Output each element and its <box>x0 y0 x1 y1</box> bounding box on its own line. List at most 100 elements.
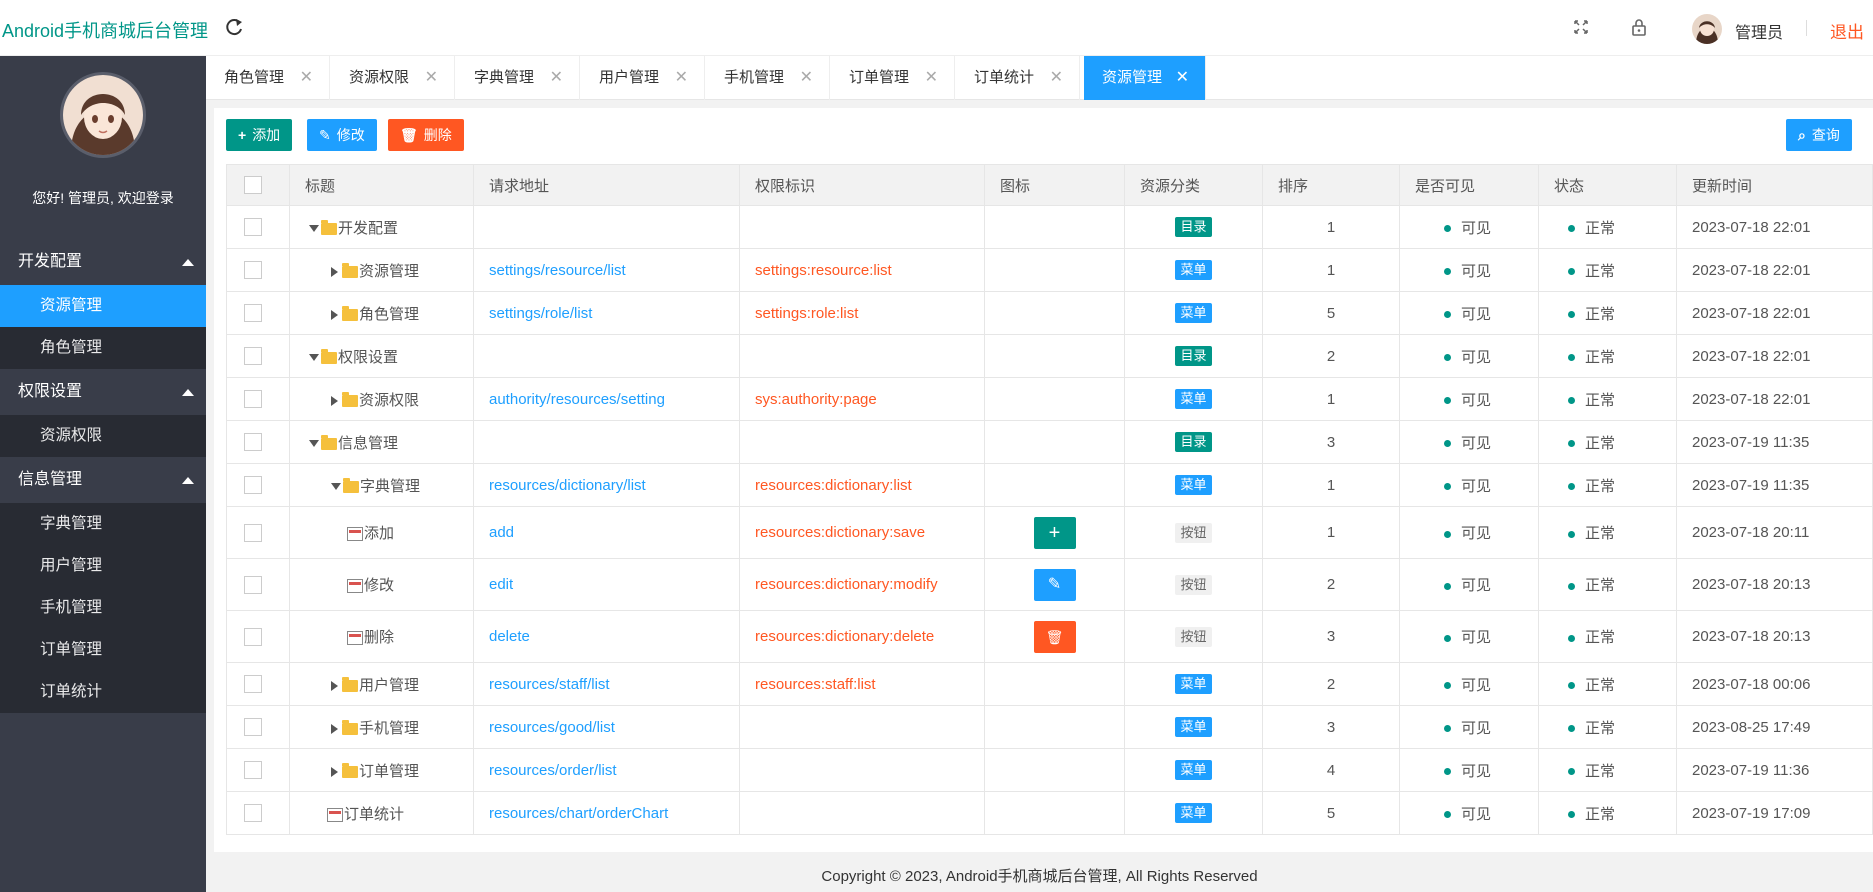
row-checkbox[interactable] <box>244 261 262 280</box>
close-icon[interactable]: ✕ <box>675 56 688 100</box>
table-row[interactable]: 角色管理 settings/role/list settings:role:li… <box>226 291 1873 335</box>
expand-arrow-icon[interactable] <box>309 440 319 448</box>
row-checkbox[interactable] <box>244 347 262 366</box>
row-checkbox[interactable] <box>244 476 262 495</box>
sidebar-item-resource-permission[interactable]: 资源权限 <box>0 415 206 457</box>
add-button[interactable]: + 添加 <box>226 119 293 151</box>
row-url[interactable]: resources/dictionary/list <box>489 477 646 494</box>
table-row[interactable]: 订单管理 resources/order/list 菜单 4 可见 正常 202… <box>226 748 1873 792</box>
row-checkbox[interactable] <box>244 718 262 737</box>
sidebar-item-resource-management[interactable]: 资源管理 <box>0 285 206 327</box>
expand-arrow-icon[interactable] <box>331 395 338 406</box>
table-row[interactable]: 添加 add resources:dictionary:save + 按钮 1 … <box>226 506 1873 559</box>
delete-button[interactable]: 🗑 删除 <box>388 119 464 151</box>
close-icon[interactable]: ✕ <box>425 56 438 100</box>
lock-icon[interactable] <box>1628 16 1650 38</box>
row-checkbox[interactable] <box>244 433 262 452</box>
tab-phones[interactable]: 手机管理 ✕ <box>706 56 830 100</box>
table-row[interactable]: 资源管理 settings/resource/list settings:res… <box>226 248 1873 292</box>
col-icon[interactable]: 图标 <box>984 164 1125 206</box>
col-permission[interactable]: 权限标识 <box>739 164 985 206</box>
close-icon[interactable]: ✕ <box>1050 56 1063 100</box>
tab-resource-permission[interactable]: 资源权限 ✕ <box>331 56 455 100</box>
tab-orders[interactable]: 订单管理 ✕ <box>831 56 955 100</box>
refresh-icon[interactable] <box>222 16 246 40</box>
row-checkbox[interactable] <box>244 804 262 823</box>
close-icon[interactable]: ✕ <box>800 56 813 100</box>
table-row[interactable]: 字典管理 resources/dictionary/list resources… <box>226 463 1873 507</box>
table-row[interactable]: 用户管理 resources/staff/list resources:staf… <box>226 662 1873 706</box>
logout-link[interactable]: 退出 <box>1830 18 1864 43</box>
tab-role-management[interactable]: 角色管理 ✕ <box>206 56 330 100</box>
expand-arrow-icon[interactable] <box>331 309 338 320</box>
table-row[interactable]: 资源权限 authority/resources/setting sys:aut… <box>226 377 1873 421</box>
row-url[interactable]: resources/order/list <box>489 762 617 779</box>
sidebar-item-dictionary[interactable]: 字典管理 <box>0 503 206 545</box>
row-url[interactable]: add <box>489 524 514 541</box>
table-row[interactable]: 开发配置 目录 1 可见 正常 2023-07-18 22:01 <box>226 205 1873 249</box>
tab-users[interactable]: 用户管理 ✕ <box>581 56 705 100</box>
table-row[interactable]: 删除 delete resources:dictionary:delete 🗑 … <box>226 610 1873 663</box>
expand-arrow-icon[interactable] <box>331 680 338 691</box>
sidebar-item-phones[interactable]: 手机管理 <box>0 587 206 629</box>
search-button[interactable]: ⌕ 查询 <box>1786 119 1852 151</box>
close-icon[interactable]: ✕ <box>1176 56 1189 100</box>
table-row[interactable]: 订单统计 resources/chart/orderChart 菜单 5 可见 … <box>226 791 1873 835</box>
close-icon[interactable]: ✕ <box>300 56 313 100</box>
row-checkbox[interactable] <box>244 523 262 542</box>
row-checkbox[interactable] <box>244 575 262 594</box>
col-url[interactable]: 请求地址 <box>473 164 740 206</box>
row-url[interactable]: resources/chart/orderChart <box>489 805 668 822</box>
row-url[interactable]: settings/role/list <box>489 305 592 322</box>
expand-arrow-icon[interactable] <box>331 266 338 277</box>
col-visible[interactable]: 是否可见 <box>1399 164 1539 206</box>
sidebar-item-role-management[interactable]: 角色管理 <box>0 327 206 369</box>
row-url[interactable]: edit <box>489 576 513 593</box>
close-icon[interactable]: ✕ <box>925 56 938 100</box>
col-status[interactable]: 状态 <box>1538 164 1677 206</box>
user-avatar[interactable] <box>1692 14 1722 44</box>
fullscreen-icon[interactable] <box>1570 16 1592 38</box>
expand-arrow-icon[interactable] <box>309 225 319 233</box>
table-row[interactable]: 手机管理 resources/good/list 菜单 3 可见 正常 2023… <box>226 705 1873 749</box>
close-icon[interactable]: ✕ <box>550 56 563 100</box>
sidebar-group-dev-config[interactable]: 开发配置 <box>0 239 206 285</box>
status-cell: 正常 <box>1538 506 1677 559</box>
sidebar-item-order-stats[interactable]: 订单统计 <box>0 671 206 713</box>
edit-button[interactable]: ✎ 修改 <box>307 119 377 151</box>
title-cell: 权限设置 <box>289 334 474 378</box>
col-sort[interactable]: 排序 <box>1262 164 1400 206</box>
row-url[interactable]: settings/resource/list <box>489 262 626 279</box>
sidebar-item-users[interactable]: 用户管理 <box>0 545 206 587</box>
sidebar-group-permission[interactable]: 权限设置 <box>0 369 206 415</box>
table-row[interactable]: 信息管理 目录 3 可见 正常 2023-07-19 11:35 <box>226 420 1873 464</box>
row-checkbox[interactable] <box>244 761 262 780</box>
row-url[interactable]: resources/staff/list <box>489 676 610 693</box>
row-checkbox[interactable] <box>244 390 262 409</box>
col-type[interactable]: 资源分类 <box>1124 164 1263 206</box>
row-url[interactable]: authority/resources/setting <box>489 391 665 408</box>
table-row[interactable]: 权限设置 目录 2 可见 正常 2023-07-18 22:01 <box>226 334 1873 378</box>
type-badge: 菜单 <box>1175 760 1212 780</box>
row-checkbox[interactable] <box>244 304 262 323</box>
row-checkbox[interactable] <box>244 218 262 237</box>
table-row[interactable]: 修改 edit resources:dictionary:modify ✎ 按钮… <box>226 558 1873 611</box>
tab-order-stats[interactable]: 订单统计 ✕ <box>956 56 1080 100</box>
sidebar-item-orders[interactable]: 订单管理 <box>0 629 206 671</box>
col-title[interactable]: 标题 <box>289 164 474 206</box>
tab-dictionary[interactable]: 字典管理 ✕ <box>456 56 580 100</box>
expand-arrow-icon[interactable] <box>331 766 338 777</box>
row-url[interactable]: resources/good/list <box>489 719 615 736</box>
select-all-checkbox[interactable] <box>244 176 262 195</box>
row-url[interactable]: delete <box>489 628 530 645</box>
expand-arrow-icon[interactable] <box>331 483 341 491</box>
row-checkbox[interactable] <box>244 675 262 694</box>
visible-cell: 可见 <box>1399 748 1539 792</box>
row-checkbox[interactable] <box>244 627 262 646</box>
sidebar-group-info[interactable]: 信息管理 <box>0 457 206 503</box>
tab-resource-management[interactable]: 资源管理 ✕ <box>1084 56 1206 100</box>
expand-arrow-icon[interactable] <box>331 723 338 734</box>
expand-arrow-icon[interactable] <box>309 354 319 362</box>
user-name[interactable]: 管理员 <box>1735 19 1783 43</box>
col-updated[interactable]: 更新时间 <box>1676 164 1873 206</box>
